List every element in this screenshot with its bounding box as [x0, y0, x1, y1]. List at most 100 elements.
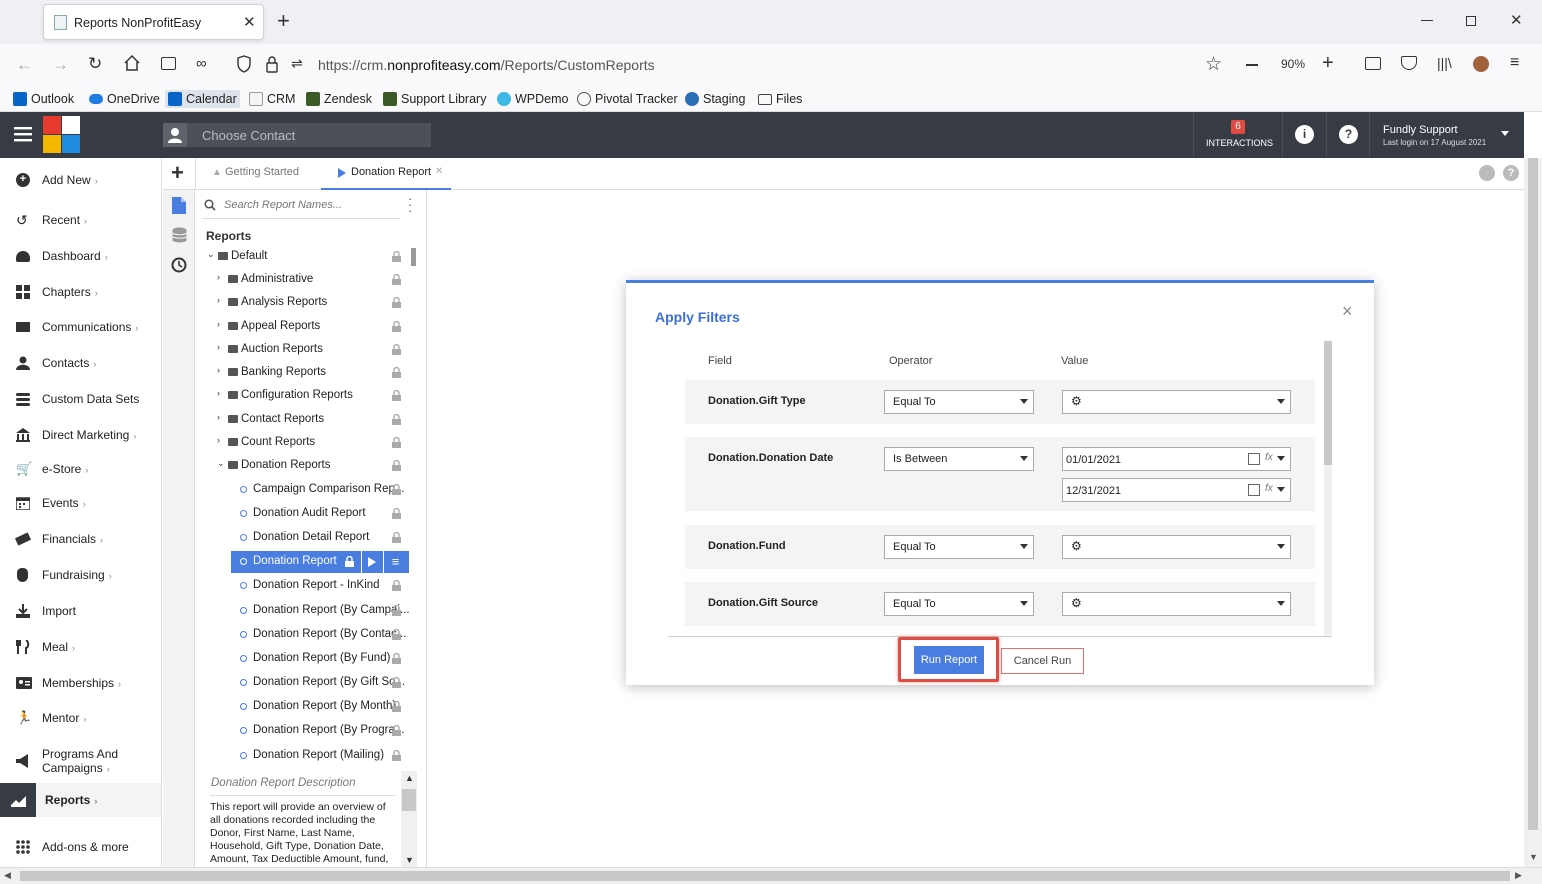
scroll-down-icon[interactable]: ▼	[1529, 852, 1538, 862]
reload-icon[interactable]: ↻	[88, 54, 102, 74]
sidebar-item-events[interactable]: Events ›	[0, 486, 161, 520]
tab-donation-report[interactable]: Donation Report ✕	[321, 158, 451, 190]
tree-folder[interactable]: › Analysis Reports	[196, 292, 411, 314]
clock-icon[interactable]	[171, 257, 187, 273]
calendar-icon[interactable]	[1248, 484, 1260, 496]
browser-tab[interactable]: Reports NonProfitEasy ✕	[43, 4, 264, 40]
sidebar-toggle-icon[interactable]	[161, 57, 176, 70]
sidebar-item-recent[interactable]: ↺ Recent ›	[0, 203, 161, 237]
add-tab-icon[interactable]: +	[171, 162, 184, 184]
help-circle-icon[interactable]: ?	[1503, 165, 1519, 181]
sidebar-item-custom-data-sets[interactable]: Custom Data Sets	[0, 382, 161, 416]
url-text[interactable]: https://crm.nonprofiteasy.com/Reports/Cu…	[318, 57, 655, 73]
interactions-button[interactable]: 6 INTERACTIONS	[1194, 112, 1282, 158]
description-scrollbar[interactable]: ▲ ▼	[401, 771, 417, 867]
report-search-input[interactable]	[204, 193, 394, 217]
close-tab-icon[interactable]: ✕	[243, 13, 256, 31]
bookmark-support-library[interactable]: Support Library	[380, 90, 489, 108]
bookmark-staging[interactable]: Staging	[682, 90, 748, 108]
app-logo[interactable]	[43, 116, 81, 154]
tree-folder[interactable]: › Administrative	[196, 269, 411, 291]
sidebar-item-chapters[interactable]: Chapters ›	[0, 275, 161, 309]
value-select[interactable]: ⚙	[1062, 592, 1291, 616]
scroll-left-icon[interactable]: ◀	[4, 870, 11, 881]
settings-circle-icon[interactable]	[1479, 165, 1495, 181]
permissions-icon[interactable]: ⇌	[291, 55, 303, 72]
scroll-thumb[interactable]	[1528, 158, 1538, 830]
bookmark-onedrive[interactable]: OneDrive	[86, 90, 163, 108]
dialog-scrollbar[interactable]	[1324, 341, 1332, 637]
operator-select[interactable]: Is Between	[884, 447, 1034, 471]
forward-icon[interactable]: →	[52, 55, 69, 75]
bookmark-files[interactable]: Files	[755, 90, 805, 108]
user-menu[interactable]: Fundly Support Last login on 17 August 2…	[1383, 124, 1518, 150]
sidebar-item-memberships[interactable]: Memberships ›	[0, 666, 161, 700]
tree-scrollbar-thumb[interactable]	[411, 248, 416, 266]
page-vertical-scrollbar[interactable]: ▼	[1524, 158, 1542, 867]
menu-icon[interactable]: ≡	[1510, 54, 1519, 72]
formula-icon[interactable]: fx	[1265, 452, 1273, 463]
lock-icon[interactable]	[265, 56, 279, 73]
minimize-icon[interactable]	[1421, 20, 1433, 21]
bookmark-pivotal-tracker[interactable]: Pivotal Tracker	[574, 90, 681, 108]
database-icon[interactable]	[172, 227, 187, 243]
sidebar-item-fundraising[interactable]: Fundraising ›	[0, 558, 161, 592]
bookmark-star-icon[interactable]: ☆	[1205, 53, 1222, 76]
operator-select[interactable]: Equal To	[884, 592, 1034, 616]
zoom-out-icon[interactable]	[1246, 64, 1258, 66]
help-icon[interactable]: ?	[1339, 125, 1358, 144]
date-to-input[interactable]: 12/31/2021 fx	[1062, 478, 1291, 502]
tree-report[interactable]: Donation Report (By Campai...	[196, 600, 411, 622]
zoom-in-icon[interactable]: +	[1322, 52, 1334, 75]
tree-root-default[interactable]: ⌄ Default	[196, 246, 411, 268]
sidebar-item-reports[interactable]: Reports ›	[0, 783, 161, 817]
new-tab-button[interactable]: +	[277, 8, 290, 34]
sidebar-item-financials[interactable]: Financials ›	[0, 522, 161, 556]
cancel-run-button[interactable]: Cancel Run	[1001, 648, 1084, 674]
value-select[interactable]: ⚙	[1062, 535, 1291, 559]
menu-icon[interactable]: ≡	[383, 551, 407, 573]
scroll-thumb[interactable]	[20, 871, 1510, 881]
tree-report[interactable]: Donation Detail Report	[196, 527, 411, 549]
zoom-level[interactable]: 90%	[1281, 57, 1305, 71]
bookmark-calendar[interactable]: Calendar	[165, 90, 240, 108]
run-report-icon[interactable]	[361, 551, 381, 573]
sidebar-item-add-new[interactable]: + Add New ›	[0, 163, 161, 197]
bookmark-outlook[interactable]: Outlook	[10, 90, 77, 108]
sidebar-item-import[interactable]: Import	[0, 594, 161, 628]
tree-report[interactable]: Donation Report (By Contac...	[196, 624, 411, 646]
profile-avatar[interactable]	[1473, 56, 1489, 72]
tree-folder[interactable]: ⌄ Donation Reports	[196, 455, 411, 477]
tree-report[interactable]: Donation Report (By Progra...	[196, 720, 411, 742]
url-bar[interactable]: ⇌ https://crm.nonprofiteasy.com/Reports/…	[230, 51, 1230, 79]
close-tab-icon[interactable]: ✕	[435, 166, 443, 177]
sidebar-item-add-ons[interactable]: Add-ons & more	[0, 830, 161, 864]
home-icon[interactable]	[123, 54, 141, 72]
info-icon[interactable]: i	[1295, 125, 1314, 144]
operator-select[interactable]: Equal To	[884, 390, 1034, 414]
bookmark-crm[interactable]: CRM	[246, 90, 298, 108]
tree-report-selected[interactable]: Donation Report ≡	[231, 551, 409, 573]
library-icon[interactable]: |||\	[1437, 55, 1452, 71]
run-report-button[interactable]: Run Report	[914, 646, 984, 674]
tree-folder[interactable]: › Banking Reports	[196, 362, 411, 384]
tab-getting-started[interactable]: ▲ Getting Started	[212, 166, 299, 178]
reader-icon[interactable]	[1365, 57, 1381, 70]
tree-folder[interactable]: › Auction Reports	[196, 339, 411, 361]
pocket-icon[interactable]	[1401, 56, 1417, 70]
more-options-icon[interactable]: · · ·	[408, 192, 412, 217]
maximize-icon[interactable]	[1466, 16, 1476, 26]
value-select[interactable]: ⚙	[1062, 390, 1291, 414]
page-horizontal-scrollbar[interactable]: ◀ ▶	[0, 867, 1542, 884]
hamburger-menu-icon[interactable]	[14, 126, 32, 142]
scroll-right-icon[interactable]: ▶	[1515, 870, 1522, 881]
sidebar-item-mentor[interactable]: 🏃 Mentor ›	[0, 701, 161, 735]
operator-select[interactable]: Equal To	[884, 535, 1034, 559]
tree-report[interactable]: Donation Report (Mailing)	[196, 745, 411, 767]
choose-contact-input[interactable]: Choose Contact	[163, 123, 431, 147]
sidebar-item-dashboard[interactable]: Dashboard ›	[0, 239, 161, 273]
bookmark-wpdemo[interactable]: WPDemo	[494, 90, 571, 108]
sidebar-item-contacts[interactable]: Contacts ›	[0, 346, 161, 380]
sidebar-item-direct-marketing[interactable]: Direct Marketing ›	[0, 418, 161, 452]
tree-folder[interactable]: › Contact Reports	[196, 409, 411, 431]
